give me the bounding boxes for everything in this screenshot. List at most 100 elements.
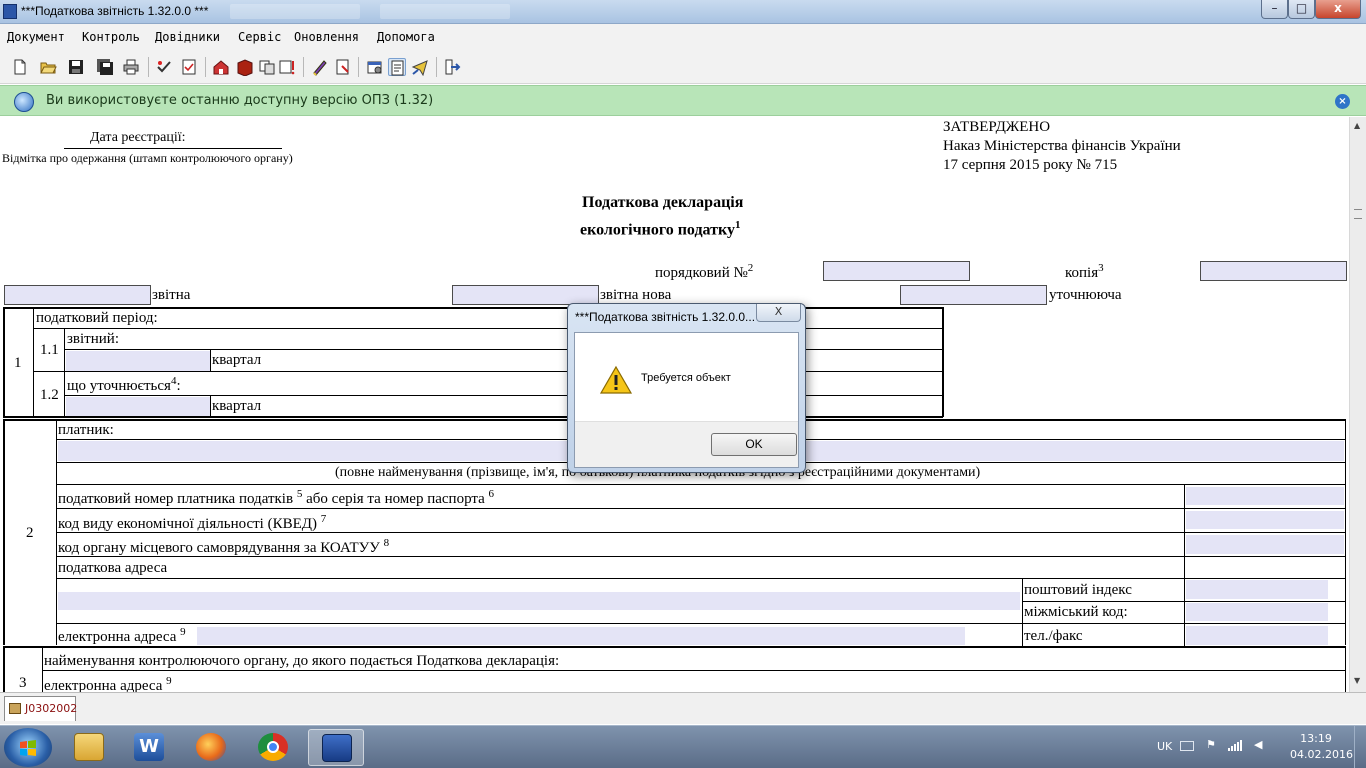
row-number-1-1: 1.1 [40, 342, 59, 358]
email-field[interactable] [197, 627, 965, 645]
tax-number-field[interactable] [1186, 487, 1344, 505]
scroll-thumb[interactable] [1354, 209, 1362, 219]
save-all-icon[interactable] [96, 58, 114, 76]
show-desktop-button[interactable] [1354, 726, 1366, 768]
control-body-label: найменування контролюючого органу, до як… [44, 653, 560, 669]
reporting-new-label: звітна нова [600, 287, 672, 303]
phone-fax-label: тел./факс [1024, 628, 1083, 644]
save-icon[interactable] [67, 58, 85, 76]
document-tab[interactable]: J0302002 [4, 696, 77, 721]
menu-bar: Документ Контроль Довідники Сервіс Оновл… [0, 24, 1366, 50]
taskbar-explorer[interactable] [61, 729, 117, 766]
maximize-button[interactable]: □ [1288, 0, 1315, 19]
approved-label: ЗАТВЕРДЖЕНО [943, 119, 1051, 135]
exit-icon[interactable] [443, 58, 461, 76]
tax-address-field[interactable] [58, 592, 1020, 610]
language-indicator[interactable]: UK [1157, 740, 1172, 753]
network-icon[interactable] [1228, 739, 1244, 751]
flag-icon[interactable]: ⚑ [1206, 738, 1216, 751]
menu-references[interactable]: Довідники [155, 30, 220, 44]
row-number-1-2: 1.2 [40, 387, 59, 403]
menu-control[interactable]: Контроль [82, 30, 140, 44]
menu-service[interactable]: Сервіс [238, 30, 281, 44]
taskbar-tax-reporting[interactable] [308, 729, 364, 766]
volume-icon[interactable]: ◀ [1254, 738, 1262, 751]
windows-flag-icon [20, 740, 36, 756]
ordinal-label: порядковий №2 [655, 262, 754, 281]
toolbar-separator [436, 57, 437, 77]
version-info-text: Ви використовуєте останню доступну версі… [46, 93, 434, 108]
check-icon[interactable] [155, 58, 173, 76]
taskbar-firefox[interactable] [183, 729, 239, 766]
dialog-body: Требуется объект OK [574, 332, 799, 468]
open-folder-icon[interactable] [39, 58, 57, 76]
close-infobar-icon[interactable]: × [1335, 94, 1350, 109]
document-subtitle: екологічного податку1 [580, 219, 741, 239]
reporting-field[interactable] [4, 285, 151, 305]
clarifying-label: уточнююча [1049, 287, 1122, 303]
tax-address-label: податкова адреса [58, 560, 168, 576]
verify-icon[interactable] [180, 58, 198, 76]
reporting-label: звітна [152, 287, 191, 303]
close-button[interactable]: x [1315, 0, 1361, 19]
home-icon[interactable] [212, 58, 230, 76]
clarified-quarter-field[interactable] [66, 397, 210, 416]
document-scrollbar[interactable]: ▲ ▼ [1349, 117, 1366, 692]
copy-icon[interactable] [258, 58, 276, 76]
reporting-new-field[interactable] [452, 285, 599, 305]
clarified-period-label: що уточнюється4: [67, 375, 181, 394]
window-title: ***Податкова звітність 1.32.0.0 *** [21, 4, 209, 18]
new-document-icon[interactable] [11, 58, 29, 76]
koatuu-field[interactable] [1186, 535, 1344, 554]
clock-time: 13:19 [1300, 732, 1332, 745]
scroll-up-icon[interactable]: ▲ [1354, 121, 1360, 130]
control-body-email-label: електронна адреса 9 [44, 675, 172, 692]
keyboard-icon[interactable] [1180, 741, 1194, 751]
ok-button[interactable]: OK [711, 433, 797, 456]
export-icon[interactable] [278, 58, 296, 76]
kved-field[interactable] [1186, 511, 1344, 529]
start-button[interactable] [4, 728, 52, 767]
registration-date-label: Дата реєстрації: [90, 130, 186, 145]
tax-reporting-icon [322, 734, 352, 762]
kved-label: код виду економічної діяльності (КВЕД) 7 [58, 513, 327, 532]
toolbar-separator [303, 57, 304, 77]
menu-document[interactable]: Документ [7, 30, 65, 44]
menu-updates[interactable]: Оновлення [294, 30, 359, 44]
quarter-label: квартал [212, 352, 262, 368]
settings-icon[interactable] [366, 58, 384, 76]
send-icon[interactable] [411, 58, 429, 77]
phone-fax-field[interactable] [1186, 626, 1328, 645]
quarter-field[interactable] [66, 351, 210, 371]
order-date: 17 серпня 2015 року № 715 [943, 157, 1118, 173]
taskbar-chrome[interactable] [245, 729, 301, 766]
warning-icon [599, 365, 633, 394]
toolbar-separator [205, 57, 206, 77]
toolbar-separator [358, 57, 359, 77]
chrome-icon [258, 733, 288, 761]
dialog-message: Требуется объект [641, 372, 731, 384]
postal-code-field[interactable] [1186, 580, 1328, 599]
firefox-icon [196, 733, 226, 761]
system-clock[interactable]: 13:19 04.02.2016 [1290, 731, 1353, 763]
encrypt-icon[interactable] [334, 58, 352, 76]
copy-field[interactable] [1200, 261, 1347, 281]
payer-label: платник: [58, 422, 114, 438]
ordinal-field[interactable] [823, 261, 970, 281]
dialog-title: ***Податкова звітність 1.32.0.0... [575, 310, 756, 324]
taskbar-word[interactable]: W [121, 729, 177, 766]
clarifying-field[interactable] [900, 285, 1047, 305]
dialog-button-area: OK [575, 421, 798, 467]
book-icon[interactable] [236, 58, 254, 77]
dialog-close-button[interactable]: X [756, 304, 801, 322]
intercity-code-field[interactable] [1186, 603, 1328, 621]
windows-taskbar: W UK ⚑ ◀ 13:19 04.02.2016 [0, 725, 1366, 768]
stamp-note: Відмітка про одержання (штамп контролююч… [2, 151, 293, 165]
menu-help[interactable]: Допомога [377, 30, 435, 44]
print-icon[interactable] [122, 58, 140, 76]
explorer-icon [74, 733, 104, 761]
scroll-down-icon[interactable]: ▼ [1354, 676, 1360, 685]
sign-icon[interactable] [311, 58, 329, 76]
list-icon[interactable] [388, 58, 406, 76]
minimize-button[interactable]: – [1261, 0, 1288, 19]
